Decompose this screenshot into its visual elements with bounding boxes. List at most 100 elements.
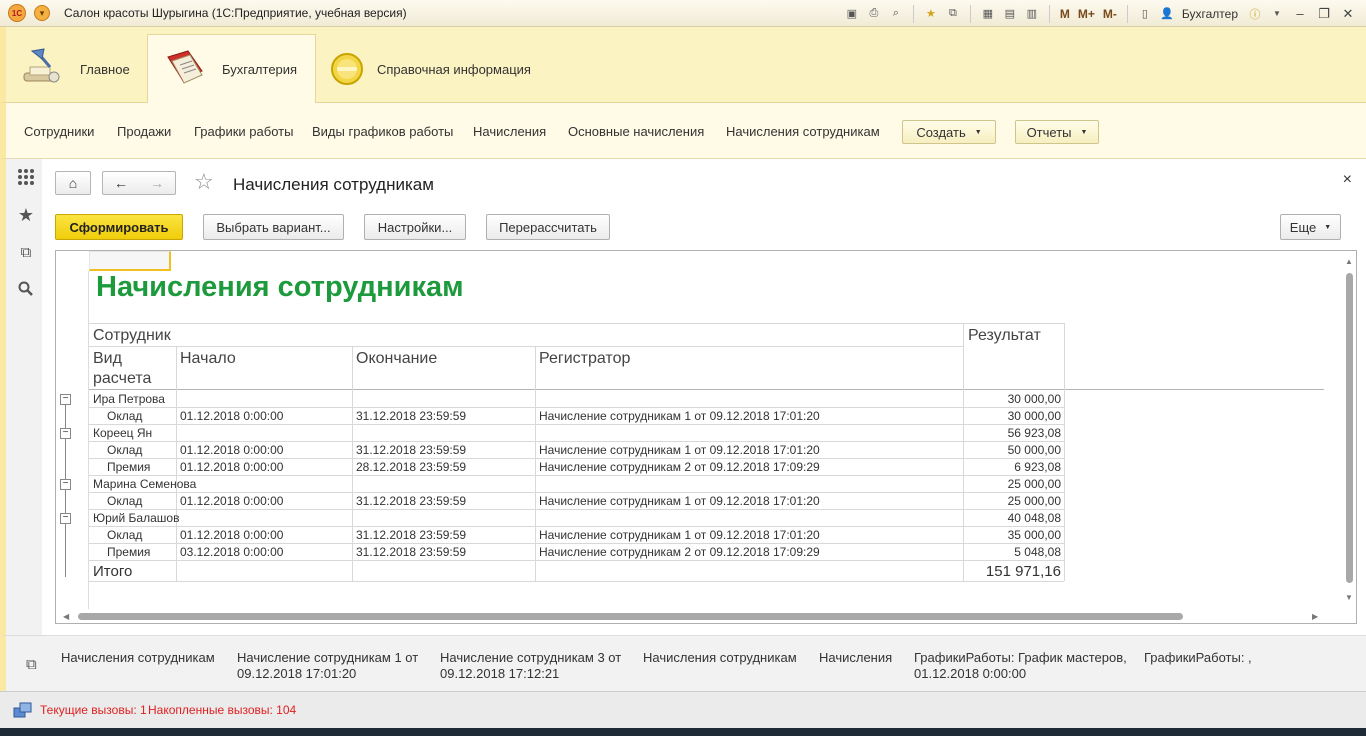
- info-disc-icon: [328, 47, 366, 91]
- scroll-right-arrow-icon[interactable]: ▶: [1312, 612, 1318, 621]
- column-divider: [176, 346, 177, 581]
- group-result: 56 923,08: [1007, 426, 1061, 440]
- start-date: 01.12.2018 0:00:00: [180, 494, 284, 508]
- favorites-star-icon[interactable]: ★: [16, 205, 36, 225]
- nav-accruals[interactable]: Начисления: [473, 124, 546, 139]
- link-icon[interactable]: ⧉: [944, 5, 962, 23]
- history-item[interactable]: Начисление сотрудникам 3 от 09.12.2018 1…: [440, 650, 621, 682]
- 1c-logo-icon[interactable]: 1С: [8, 4, 26, 22]
- group-toggle[interactable]: −: [60, 428, 71, 439]
- recalculate-button[interactable]: Перерассчитать: [486, 214, 610, 240]
- nav-schedule-types[interactable]: Виды графиков работы: [312, 124, 453, 139]
- group-toggle[interactable]: −: [60, 479, 71, 490]
- row-result: 25 000,00: [1007, 494, 1061, 508]
- history-item-line: ГрафикиРаботы: ,: [1144, 650, 1252, 665]
- main-menu-icon[interactable]: ▾: [34, 5, 50, 21]
- generate-button[interactable]: Сформировать: [55, 214, 183, 240]
- header-registrar: Регистратор: [539, 350, 631, 367]
- section-reference-info[interactable]: Справочная информация: [328, 35, 558, 103]
- history-item[interactable]: ГрафикиРаботы: ,: [1144, 650, 1252, 666]
- user-name[interactable]: Бухгалтер: [1182, 7, 1238, 21]
- section-accounting[interactable]: Бухгалтерия: [147, 34, 316, 103]
- memory-button[interactable]: M: [1060, 7, 1070, 21]
- minimize-button[interactable]: –: [1288, 6, 1312, 21]
- history-panel: ⧉ Начисления сотрудникам Начисление сотр…: [0, 635, 1366, 691]
- history-item[interactable]: Начисления: [819, 650, 892, 666]
- scroll-up-arrow-icon[interactable]: ▲: [1345, 257, 1353, 266]
- row-result: 35 000,00: [1007, 528, 1061, 542]
- choose-variant-button[interactable]: Выбрать вариант...: [203, 214, 344, 240]
- scroll-down-arrow-icon[interactable]: ▼: [1345, 593, 1353, 602]
- reports-dropdown-button[interactable]: Отчеты ▼: [1015, 120, 1099, 144]
- end-date: 31.12.2018 23:59:59: [356, 443, 467, 457]
- header-line: [89, 346, 963, 347]
- nav-employee-accruals[interactable]: Начисления сотрудникам: [726, 124, 880, 139]
- search-icon[interactable]: [16, 279, 36, 299]
- registrar-link[interactable]: Начисление сотрудникам 2 от 09.12.2018 1…: [539, 545, 820, 559]
- more-button[interactable]: Еще ▼: [1280, 214, 1341, 240]
- calc-kind: Оклад: [107, 494, 143, 508]
- vertical-scroll-thumb[interactable]: [1346, 273, 1353, 583]
- history-item[interactable]: Начисление сотрудникам 1 от 09.12.2018 1…: [237, 650, 418, 682]
- history-item[interactable]: ГрафикиРаботы: График мастеров, 01.12.20…: [914, 650, 1127, 682]
- nav-sales[interactable]: Продажи: [117, 124, 171, 139]
- registrar-link[interactable]: Начисление сотрудникам 1 от 09.12.2018 1…: [539, 409, 820, 423]
- history-item[interactable]: Начисления сотрудникам: [61, 650, 215, 666]
- save-icon[interactable]: ▣: [843, 5, 861, 23]
- horizontal-scroll-thumb[interactable]: [78, 613, 1183, 620]
- history-icon[interactable]: ⧉: [16, 242, 36, 262]
- settings-button[interactable]: Настройки...: [364, 214, 466, 240]
- horizontal-scrollbar[interactable]: ◀ ▶: [56, 609, 1356, 623]
- end-date: 31.12.2018 23:59:59: [356, 528, 467, 542]
- back-arrow-icon[interactable]: ←: [114, 175, 128, 191]
- memory-add-button[interactable]: M+: [1078, 7, 1095, 21]
- memory-subtract-button[interactable]: M-: [1103, 7, 1117, 21]
- info-menu-chevron-icon[interactable]: ▼: [1268, 5, 1286, 23]
- scroll-left-arrow-icon[interactable]: ◀: [63, 612, 69, 621]
- registrar-link[interactable]: Начисление сотрудникам 2 от 09.12.2018 1…: [539, 460, 820, 474]
- section-label: Бухгалтерия: [222, 61, 298, 77]
- home-icon: ⌂: [68, 175, 78, 191]
- group-toggle[interactable]: −: [60, 394, 71, 405]
- registrar-link[interactable]: Начисление сотрудникам 1 от 09.12.2018 1…: [539, 528, 820, 542]
- close-form-button[interactable]: ×: [1343, 171, 1352, 189]
- row-line: [89, 509, 1064, 510]
- clipboard-icon[interactable]: ▥: [1023, 5, 1041, 23]
- calculator-icon[interactable]: ▦: [979, 5, 997, 23]
- create-dropdown-button[interactable]: Создать ▼: [902, 120, 996, 144]
- favorites-add-icon[interactable]: ★: [922, 5, 940, 23]
- registrar-link[interactable]: Начисление сотрудникам 1 от 09.12.2018 1…: [539, 494, 820, 508]
- server-calls-icon[interactable]: [13, 702, 33, 720]
- restore-button[interactable]: ❐: [1312, 6, 1336, 22]
- history-item[interactable]: Начисления сотрудникам: [643, 650, 797, 666]
- preview-icon[interactable]: ⌕: [887, 5, 905, 23]
- panel-layout-icon[interactable]: ▯: [1136, 5, 1154, 23]
- toolbar-separator: [912, 4, 914, 23]
- vertical-scrollbar[interactable]: ▲ ▼: [1342, 251, 1356, 611]
- nav-work-schedules[interactable]: Графики работы: [194, 124, 293, 139]
- calendar-icon[interactable]: ▤: [1001, 5, 1019, 23]
- favorite-star-icon[interactable]: ☆: [194, 169, 214, 195]
- group-result: 25 000,00: [1007, 477, 1061, 491]
- toolbar-separator: [1048, 4, 1050, 23]
- ledger-book-icon: [162, 47, 208, 91]
- end-date: 31.12.2018 23:59:59: [356, 545, 467, 559]
- print-icon[interactable]: ⎙: [865, 5, 883, 23]
- home-button[interactable]: ⌂: [55, 171, 91, 195]
- history-item-line: ГрафикиРаботы: График мастеров,: [914, 650, 1127, 665]
- all-functions-grid-icon[interactable]: [16, 167, 36, 187]
- header-bottom-line: [89, 389, 1324, 390]
- info-icon[interactable]: ⓘ: [1246, 5, 1264, 23]
- nav-employees[interactable]: Сотрудники: [24, 124, 94, 139]
- report-document[interactable]: Начисления сотрудникам Сотрудник Результ…: [55, 250, 1357, 624]
- section-main[interactable]: Главное: [20, 35, 148, 103]
- group-toggle[interactable]: −: [60, 513, 71, 524]
- forward-arrow-icon[interactable]: →: [150, 175, 164, 191]
- nav-main-accruals[interactable]: Основные начисления: [568, 124, 704, 139]
- registrar-link[interactable]: Начисление сотрудникам 1 от 09.12.2018 1…: [539, 443, 820, 457]
- header-end: Окончание: [356, 350, 438, 367]
- close-window-button[interactable]: ✕: [1336, 6, 1360, 22]
- history-item-line: Начисления сотрудникам: [643, 650, 797, 665]
- row-result: 30 000,00: [1007, 409, 1061, 423]
- accumulated-calls: Накопленные вызовы: 104: [148, 703, 297, 717]
